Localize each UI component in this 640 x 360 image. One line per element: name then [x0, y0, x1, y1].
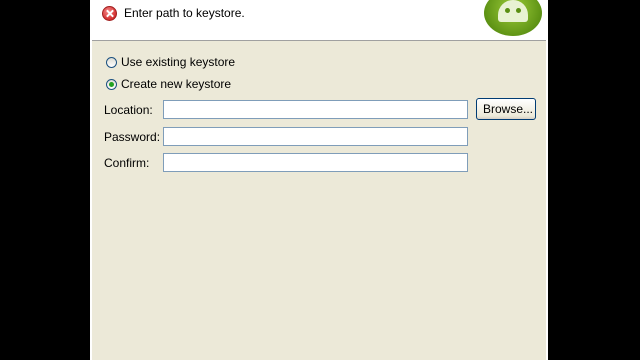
keystore-dialog: Enter path to keystore. Use existing key… — [90, 0, 548, 360]
browse-button[interactable]: Browse... — [476, 98, 536, 120]
location-label: Location: — [104, 103, 153, 117]
radio-create-new-label: Create new keystore — [121, 77, 232, 91]
password-label: Password: — [104, 130, 161, 144]
password-field[interactable] — [163, 127, 468, 146]
header-message: Enter path to keystore. — [124, 6, 245, 20]
radio-use-existing-label: Use existing keystore — [121, 55, 236, 69]
confirm-field[interactable] — [163, 153, 468, 172]
radio-use-existing[interactable]: Use existing keystore — [106, 55, 235, 69]
location-field[interactable] — [163, 100, 468, 119]
radio-create-new[interactable]: Create new keystore — [106, 77, 231, 91]
radio-button-checked-icon[interactable] — [106, 78, 117, 90]
confirm-label: Confirm: — [104, 156, 150, 170]
error-icon — [102, 6, 117, 21]
dialog-header: Enter path to keystore. — [92, 0, 546, 41]
radio-button-icon[interactable] — [106, 56, 117, 68]
android-logo-icon — [484, 0, 542, 38]
